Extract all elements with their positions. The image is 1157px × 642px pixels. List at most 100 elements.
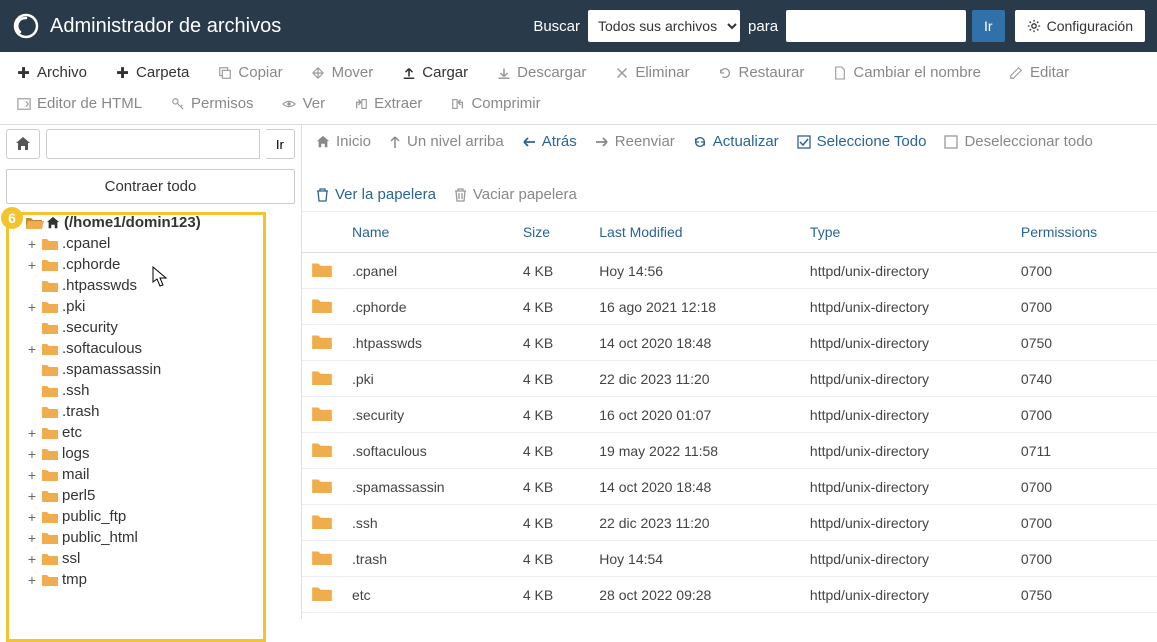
edit-button[interactable]: Editar [999, 58, 1079, 87]
path-go-button[interactable]: Ir [266, 129, 295, 159]
tree-item[interactable]: +.pki [26, 296, 291, 317]
tree-toggle-icon[interactable]: + [26, 467, 38, 483]
search-go-button[interactable]: Ir [972, 10, 1005, 42]
col-name[interactable]: Name [342, 212, 513, 253]
tree-toggle-icon[interactable]: + [26, 299, 38, 315]
col-modified[interactable]: Last Modified [589, 212, 800, 253]
copy-button[interactable]: Copiar [207, 58, 292, 87]
search-scope-select[interactable]: Todos sus archivos [588, 10, 740, 42]
col-icon[interactable] [302, 212, 342, 253]
tree-item[interactable]: .security [26, 317, 291, 338]
tree-toggle-icon[interactable]: + [26, 572, 38, 588]
tree-item[interactable]: +public_ftp [26, 506, 291, 527]
tree-item[interactable]: +perl5 [26, 485, 291, 506]
pencil-icon [1009, 65, 1024, 80]
move-button[interactable]: Mover [301, 58, 384, 87]
tree-toggle-icon[interactable]: + [26, 236, 38, 252]
path-input[interactable] [46, 129, 260, 159]
tree-item[interactable]: + ssl [26, 548, 291, 569]
nav-up-button[interactable]: Un nivel arriba [389, 133, 504, 150]
tree-item[interactable]: +.softaculous [26, 338, 291, 359]
tree-toggle-icon[interactable] [26, 383, 38, 399]
cell-type: httpd/unix-directory [800, 397, 1011, 433]
config-button[interactable]: Configuración [1015, 10, 1145, 42]
cell-modified: 14 oct 2020 18:48 [589, 469, 800, 505]
view-button[interactable]: Ver [272, 89, 336, 118]
table-row[interactable]: .ssh4 KB22 dic 2023 11:20httpd/unix-dire… [302, 505, 1157, 541]
folder-icon [42, 321, 58, 334]
cell-size: 4 KB [513, 289, 589, 325]
tree-toggle-icon[interactable] [26, 278, 38, 294]
tree-toggle-icon[interactable]: + [26, 488, 38, 504]
gear-icon [1027, 19, 1041, 33]
compress-button[interactable]: Comprimir [440, 89, 550, 118]
search-input[interactable] [786, 10, 966, 42]
new-folder-button[interactable]: ✚Carpeta [105, 58, 199, 87]
html-editor-button[interactable]: Editor de HTML [6, 89, 152, 118]
tree-toggle-icon[interactable]: + [26, 425, 38, 441]
table-row[interactable]: .cpanel4 KBHoy 14:56httpd/unix-directory… [302, 253, 1157, 289]
rename-button[interactable]: Cambiar el nombre [822, 58, 991, 87]
tree-toggle-icon[interactable] [26, 404, 38, 420]
tree-item[interactable]: .trash [26, 401, 291, 422]
new-file-button[interactable]: ✚Archivo [6, 58, 97, 87]
tree-toggle-icon[interactable]: − [10, 215, 22, 231]
key-icon [170, 96, 185, 111]
tree-item[interactable]: .spamassassin [26, 359, 291, 380]
table-row[interactable]: .htpasswds4 KB14 oct 2020 18:48httpd/uni… [302, 325, 1157, 361]
restore-button[interactable]: Restaurar [708, 58, 815, 87]
tree-toggle-icon[interactable]: + [26, 509, 38, 525]
deselect-all-button[interactable]: Deseleccionar todo [944, 133, 1092, 150]
table-row[interactable]: .softaculous4 KB19 may 2022 11:58httpd/u… [302, 433, 1157, 469]
cell-modified: 14 oct 2020 18:48 [589, 325, 800, 361]
table-row[interactable]: etc4 KB28 oct 2022 09:28httpd/unix-direc… [302, 577, 1157, 613]
tree-item[interactable]: +logs [26, 443, 291, 464]
tree-item[interactable]: .ssh [26, 380, 291, 401]
table-row[interactable]: .cphorde4 KB16 ago 2021 12:18httpd/unix-… [302, 289, 1157, 325]
table-row[interactable]: .security4 KB16 oct 2020 01:07httpd/unix… [302, 397, 1157, 433]
table-row[interactable]: logs4 KB22 nov 2023 09:47httpd/unix-dire… [302, 613, 1157, 620]
view-trash-button[interactable]: Ver la papelera [316, 186, 436, 203]
folder-tree[interactable]: −(/home1/domin123)+.cpanel+.cphorde .htp… [6, 210, 295, 613]
col-type[interactable]: Type [800, 212, 1011, 253]
col-size[interactable]: Size [513, 212, 589, 253]
nav-reload-button[interactable]: Actualizar [693, 133, 779, 150]
tree-toggle-icon[interactable]: + [26, 257, 38, 273]
tree-toggle-icon[interactable]: + [26, 446, 38, 462]
nav-home-button[interactable]: Inicio [316, 133, 371, 150]
table-row[interactable]: .spamassassin4 KB14 oct 2020 18:48httpd/… [302, 469, 1157, 505]
col-permissions[interactable]: Permissions [1011, 212, 1157, 253]
tree-item[interactable]: +tmp [26, 569, 291, 590]
delete-button[interactable]: Eliminar [604, 58, 699, 87]
table-row[interactable]: .trash4 KBHoy 14:54httpd/unix-directory0… [302, 541, 1157, 577]
tree-toggle-icon[interactable] [26, 320, 38, 336]
home-button[interactable] [6, 129, 40, 159]
cell-modified: Hoy 14:56 [589, 253, 800, 289]
tree-item-label: ssl [62, 550, 80, 567]
extract-button[interactable]: Extraer [343, 89, 432, 118]
tree-item[interactable]: +etc [26, 422, 291, 443]
tree-root[interactable]: −(/home1/domin123) [10, 212, 291, 233]
tree-toggle-icon[interactable]: + [26, 551, 38, 567]
upload-button[interactable]: Cargar [391, 58, 478, 87]
cell-name: .pki [342, 361, 513, 397]
empty-trash-button[interactable]: Vaciar papelera [454, 186, 577, 203]
table-row[interactable]: .pki4 KB22 dic 2023 11:20httpd/unix-dire… [302, 361, 1157, 397]
permissions-button[interactable]: Permisos [160, 89, 264, 118]
cell-modified: 22 dic 2023 11:20 [589, 505, 800, 541]
download-button[interactable]: Descargar [486, 58, 596, 87]
tree-toggle-icon[interactable] [26, 362, 38, 378]
tree-toggle-icon[interactable]: + [26, 530, 38, 546]
tree-item[interactable]: .htpasswds [26, 275, 291, 296]
tree-item[interactable]: +.cpanel [26, 233, 291, 254]
tree-toggle-icon[interactable]: + [26, 341, 38, 357]
cell-permissions: 0740 [1011, 361, 1157, 397]
collapse-all-button[interactable]: Contraer todo [6, 169, 295, 204]
nav-back-button[interactable]: Atrás [522, 133, 577, 150]
select-all-button[interactable]: Seleccione Todo [797, 133, 927, 150]
tree-item[interactable]: +public_html [26, 527, 291, 548]
tree-item[interactable]: +.cphorde [26, 254, 291, 275]
cell-size: 4 KB [513, 469, 589, 505]
tree-item[interactable]: +mail [26, 464, 291, 485]
nav-forward-button[interactable]: Reenviar [595, 133, 675, 150]
